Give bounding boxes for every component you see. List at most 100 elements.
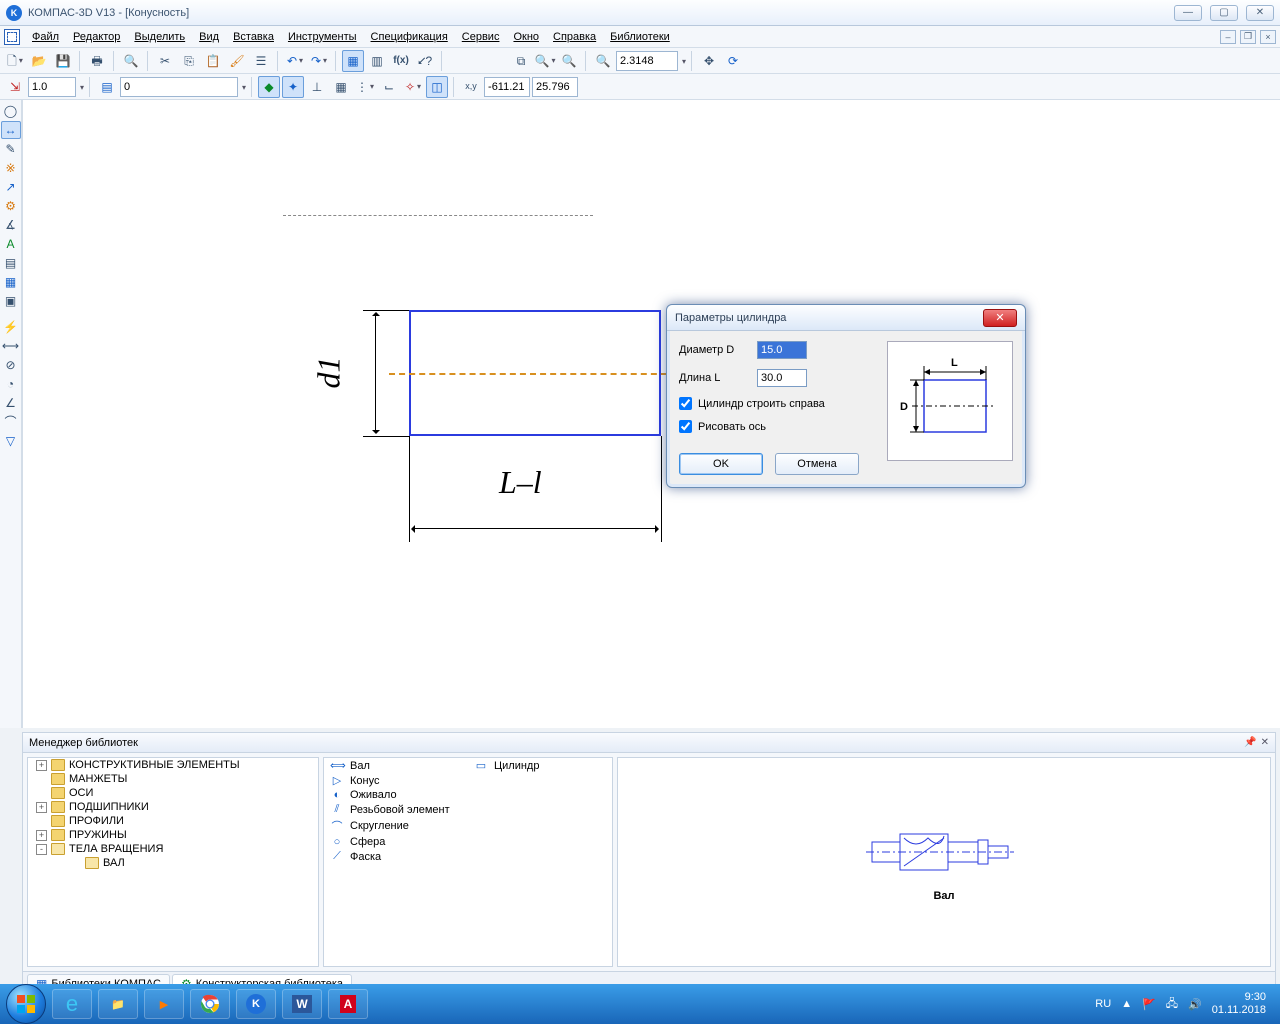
list-item[interactable]: ◐Оживало: [324, 788, 468, 802]
system-tray[interactable]: RU ▲ 🚩 🖧 🔊 9:30 01.11.2018: [1095, 991, 1274, 1017]
menu-tools[interactable]: Инструменты: [282, 29, 363, 45]
task-kompas-icon[interactable]: K: [236, 989, 276, 1019]
help-cursor-button[interactable]: ⭩?: [414, 50, 436, 72]
tool-diam-dim-icon[interactable]: ⊘: [1, 356, 21, 374]
draw-axis-checkbox[interactable]: [679, 420, 692, 433]
menu-view[interactable]: Вид: [193, 29, 225, 45]
task-word-icon[interactable]: W: [282, 989, 322, 1019]
tree-item[interactable]: -ТЕЛА ВРАЩЕНИЯ: [28, 842, 318, 856]
tool-text-icon[interactable]: ✎: [1, 140, 21, 158]
save-button[interactable]: 💾: [52, 50, 74, 72]
start-button[interactable]: [6, 984, 46, 1024]
mdi-restore-button[interactable]: ❐: [1240, 30, 1256, 44]
grid-drop-button[interactable]: ⋮: [354, 76, 376, 98]
dialog-close-button[interactable]: ✕: [983, 309, 1017, 327]
list-item[interactable]: ○Сфера: [324, 835, 468, 849]
list-item[interactable]: ⫽Резьбовой элемент: [324, 802, 468, 817]
tray-flag-icon[interactable]: 🚩: [1142, 998, 1156, 1011]
tool-height-dim-icon[interactable]: ▽: [1, 432, 21, 450]
step-input[interactable]: [28, 77, 76, 97]
tool-angle-dim-icon[interactable]: ∠: [1, 394, 21, 412]
redo-button[interactable]: ↷: [308, 50, 330, 72]
snap-drop-button[interactable]: ✧: [402, 76, 424, 98]
menu-window[interactable]: Окно: [507, 29, 545, 45]
lcs-button[interactable]: ⌙: [378, 76, 400, 98]
new-button[interactable]: 🗋: [4, 50, 26, 72]
preview-button[interactable]: 🔍: [120, 50, 142, 72]
undo-button[interactable]: ↶: [284, 50, 306, 72]
tool-select-icon[interactable]: A: [1, 235, 21, 253]
rebuild-button[interactable]: ⟳: [722, 50, 744, 72]
pan-button[interactable]: ✥: [698, 50, 720, 72]
properties-button[interactable]: ☰: [250, 50, 272, 72]
coord-x-input[interactable]: [484, 77, 530, 97]
tool-radial-dim-icon[interactable]: ◔: [1, 375, 21, 393]
layer-input[interactable]: [120, 77, 238, 97]
paste-button[interactable]: 📋: [202, 50, 224, 72]
tool-symbols-icon[interactable]: ※: [1, 159, 21, 177]
tool-auto-dim-icon[interactable]: ⚡: [1, 318, 21, 336]
tool-params-icon[interactable]: ⚙: [1, 197, 21, 215]
tray-clock[interactable]: 9:30 01.11.2018: [1212, 991, 1266, 1017]
library-manager-button[interactable]: ▦: [342, 50, 364, 72]
tree-item[interactable]: +КОНСТРУКТИВНЫЕ ЭЛЕМЕНТЫ: [28, 758, 318, 772]
tray-network-icon[interactable]: 🖧: [1166, 995, 1178, 1014]
menu-service[interactable]: Сервис: [456, 29, 506, 45]
tray-up-icon[interactable]: ▲: [1121, 998, 1132, 1010]
tree-item[interactable]: МАНЖЕТЫ: [28, 772, 318, 786]
tool-arc-dim-icon[interactable]: ⌒: [1, 413, 21, 431]
window-minimize-button[interactable]: —: [1174, 5, 1202, 21]
tree-item[interactable]: ВАЛ: [28, 856, 318, 870]
tool-edit-icon[interactable]: ↗: [1, 178, 21, 196]
window-close-button[interactable]: ✕: [1246, 5, 1274, 21]
panel-close-icon[interactable]: ✕: [1261, 737, 1269, 748]
menu-file[interactable]: Файл: [26, 29, 65, 45]
mdi-minimize-button[interactable]: –: [1220, 30, 1236, 44]
variables-button[interactable]: ▥: [366, 50, 388, 72]
grid-button[interactable]: ▦: [330, 76, 352, 98]
tree-item[interactable]: ПРОФИЛИ: [28, 814, 318, 828]
tool-measure-icon[interactable]: ∡: [1, 216, 21, 234]
zoom-prev-button[interactable]: 🔍: [558, 50, 580, 72]
window-maximize-button[interactable]: ▢: [1210, 5, 1238, 21]
drawing-canvas[interactable]: d1 L–l: [22, 100, 1280, 728]
cut-button[interactable]: ✂: [154, 50, 176, 72]
tool-spec-icon[interactable]: ▤: [1, 254, 21, 272]
zoom-value-drop[interactable]: [680, 55, 686, 67]
menu-insert[interactable]: Вставка: [227, 29, 280, 45]
tray-sound-icon[interactable]: 🔊: [1188, 998, 1202, 1011]
snap-mid-button[interactable]: ✦: [282, 76, 304, 98]
snap-end-button[interactable]: ◆: [258, 76, 280, 98]
menu-spec[interactable]: Спецификация: [365, 29, 454, 45]
fx-button[interactable]: f(x): [390, 50, 412, 72]
menu-libraries[interactable]: Библиотеки: [604, 29, 676, 45]
zoom-dropdown-button[interactable]: 🔍: [534, 50, 556, 72]
dialog-titlebar[interactable]: Параметры цилиндра ✕: [667, 305, 1025, 331]
format-painter-button[interactable]: 🖌: [226, 50, 248, 72]
tree-item[interactable]: +ПОДШИПНИКИ: [28, 800, 318, 814]
list-item[interactable]: ⌒Скругление: [324, 817, 468, 835]
tray-lang[interactable]: RU: [1095, 998, 1111, 1010]
tool-geometry-icon[interactable]: ◯: [1, 102, 21, 120]
length-input[interactable]: [757, 369, 807, 387]
build-right-checkbox[interactable]: [679, 397, 692, 410]
panel-pin-icon[interactable]: 📌: [1244, 737, 1256, 748]
list-item[interactable]: ▭Цилиндр: [468, 758, 612, 773]
zoom-value-input[interactable]: [616, 51, 678, 71]
ortho-button[interactable]: ⊥: [306, 76, 328, 98]
tool-insert-icon[interactable]: ▣: [1, 292, 21, 310]
task-acrobat-icon[interactable]: A: [328, 989, 368, 1019]
list-item[interactable]: ⟋Фаска: [324, 849, 468, 864]
zoom-window-button[interactable]: ⧉: [510, 50, 532, 72]
task-media-icon[interactable]: ▶: [144, 989, 184, 1019]
tree-item[interactable]: +ПРУЖИНЫ: [28, 828, 318, 842]
step-drop[interactable]: [78, 81, 84, 93]
tool-report-icon[interactable]: ▦: [1, 273, 21, 291]
library-tree[interactable]: +КОНСТРУКТИВНЫЕ ЭЛЕМЕНТЫ МАНЖЕТЫ ОСИ+ПОД…: [27, 757, 319, 967]
copy-button[interactable]: ⎘: [178, 50, 200, 72]
ok-button[interactable]: OK: [679, 453, 763, 475]
menu-help[interactable]: Справка: [547, 29, 602, 45]
cancel-button[interactable]: Отмена: [775, 453, 859, 475]
library-item-list[interactable]: ⟺Вал▷Конус◐Оживало⫽Резьбовой элемент⌒Скр…: [323, 757, 613, 967]
list-item[interactable]: ⟺Вал: [324, 758, 468, 773]
